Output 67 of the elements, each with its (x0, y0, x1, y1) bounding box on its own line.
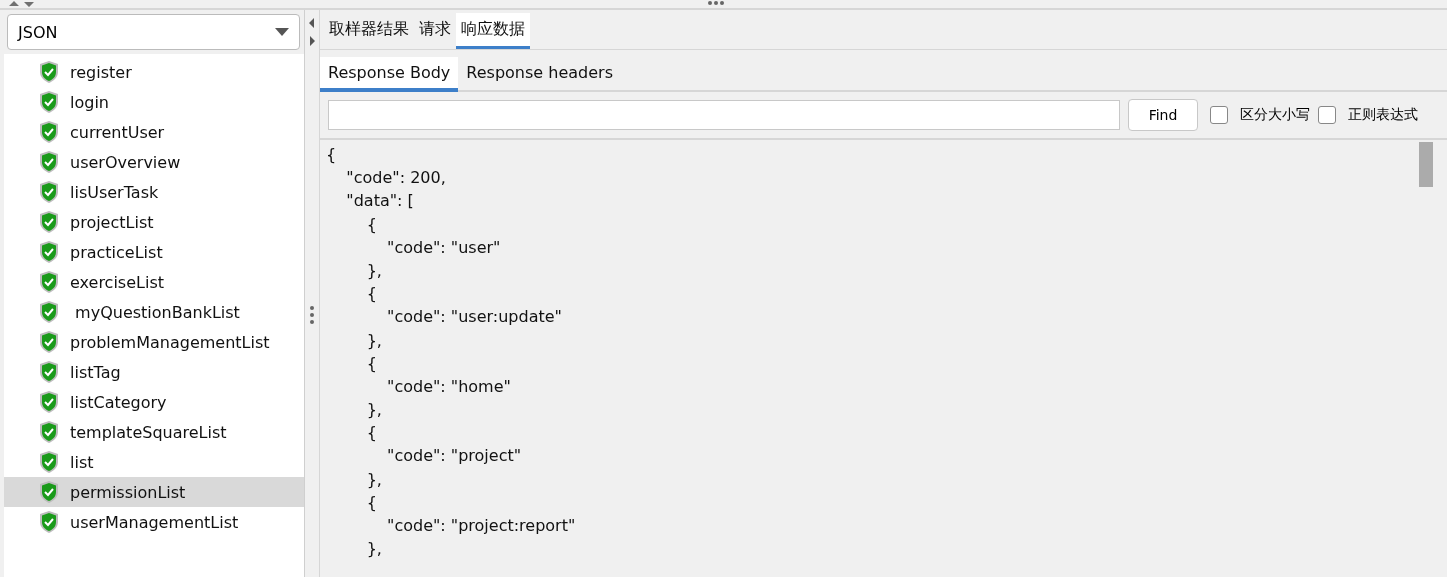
shield-check-icon (38, 480, 60, 504)
sampler-item[interactable]: listTag (4, 357, 304, 387)
checkbox[interactable] (1318, 106, 1336, 124)
format-dropdown[interactable]: JSON (7, 14, 300, 50)
shield-check-icon (38, 90, 60, 114)
code-line: }, (365, 538, 383, 561)
code-line: "code": "user:update" (386, 306, 563, 329)
tab[interactable]: Response Body (320, 57, 459, 92)
sampler-item[interactable]: projectList (4, 207, 304, 237)
checkbox[interactable] (1210, 106, 1228, 124)
tab[interactable]: 取样器结果 (324, 13, 414, 49)
shield-check-icon (38, 330, 60, 354)
tab[interactable]: 请求 (414, 13, 456, 49)
caret-icon (275, 28, 289, 36)
code-line: "code": "project:report" (386, 515, 577, 537)
code-line: }, (365, 329, 383, 352)
code-line: }, (365, 399, 383, 422)
scrollbar-thumb[interactable] (1419, 142, 1433, 187)
code-line: { (365, 213, 378, 236)
code-line: { (326, 144, 338, 166)
shield-check-icon (38, 240, 60, 264)
sampler-item[interactable]: login (4, 87, 304, 117)
shield-check-icon (38, 420, 60, 444)
tab[interactable]: 响应数据 (456, 13, 530, 49)
sampler-item[interactable]: currentUser (4, 117, 304, 147)
code-line: "code": "user" (386, 236, 502, 259)
code-line: "code": 200, (345, 167, 447, 190)
code-line: { (365, 283, 378, 306)
collapse-arrows-icon[interactable] (308, 16, 316, 48)
sampler-item[interactable]: register (4, 57, 304, 87)
code-line: "data": [ (345, 190, 415, 213)
shield-check-icon (38, 450, 60, 474)
shield-check-icon (38, 270, 60, 294)
code-line: }, (365, 259, 383, 282)
grip-icon[interactable] (707, 0, 725, 6)
code-line: "code": "project" (386, 445, 523, 468)
checkbox-label: 正则表达式 (1348, 106, 1418, 124)
code-line: { (365, 491, 378, 514)
code-line: "code": "home" (386, 375, 512, 398)
shield-check-icon (38, 210, 60, 234)
shield-check-icon (38, 60, 60, 84)
code-line: { (365, 422, 378, 445)
sampler-item[interactable]: userOverview (4, 147, 304, 177)
shield-check-icon (38, 180, 60, 204)
shield-check-icon (38, 150, 60, 174)
tab[interactable]: Response headers (458, 57, 621, 92)
sampler-item[interactable]: list (4, 447, 304, 477)
shield-check-icon (38, 360, 60, 384)
shield-check-icon (38, 120, 60, 144)
sampler-item[interactable]: exerciseList (4, 267, 304, 297)
grip-icon[interactable] (309, 305, 315, 325)
sampler-item[interactable]: practiceList (4, 237, 304, 267)
find-button[interactable]: Find (1128, 99, 1198, 131)
code-line: }, (365, 468, 383, 491)
sampler-item[interactable]: problemManagementList (4, 327, 304, 357)
sampler-item[interactable]: myQuestionBankList (4, 297, 304, 327)
code-line: { (365, 352, 378, 375)
sampler-item[interactable]: lisUserTask (4, 177, 304, 207)
shield-check-icon (38, 510, 60, 534)
shield-check-icon (38, 300, 60, 324)
sampler-item[interactable]: permissionList (4, 477, 304, 507)
search-field[interactable] (328, 100, 1120, 130)
checkbox-label: 区分大小写 (1240, 106, 1310, 124)
shield-check-icon (38, 390, 60, 414)
sampler-item[interactable]: templateSquareList (4, 417, 304, 447)
sampler-item[interactable]: userManagementList (4, 507, 304, 537)
sampler-item[interactable]: listCategory (4, 387, 304, 417)
